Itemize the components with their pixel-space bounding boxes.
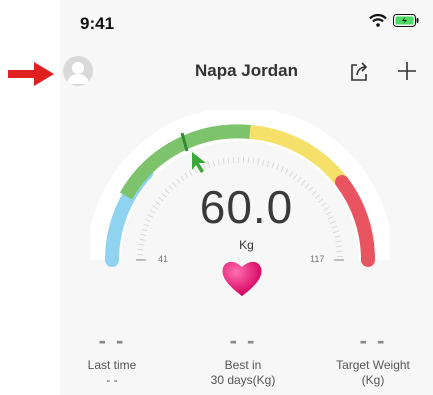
share-icon[interactable] [347, 60, 371, 84]
wifi-icon [369, 14, 387, 27]
stat-label: Last time [87, 358, 137, 372]
page-title: Napa Jordan [195, 61, 298, 80]
gauge-max-label: 117 [310, 254, 325, 264]
weight-unit: Kg [239, 238, 254, 252]
heart-icon[interactable] [220, 258, 264, 298]
status-time: 9:41 [80, 14, 115, 33]
battery-icon [393, 14, 419, 27]
stat-last-time: - - Last time - - [57, 330, 167, 388]
stat-sublabel: 30 days(Kg) [210, 373, 276, 387]
stat-value: - - [98, 328, 126, 353]
phone-screen: 9:41 Napa Jordan 41 117 60.0 Kg - - Last… [60, 0, 433, 395]
status-icons [369, 14, 419, 27]
stat-label: Target Weight [336, 358, 410, 372]
stat-label: Best in [224, 358, 262, 372]
stat-best-30-days: - - Best in 30 days(Kg) [188, 330, 298, 388]
cursor-icon [192, 152, 206, 173]
stat-sublabel: - - [106, 373, 118, 387]
stat-sublabel: (Kg) [361, 373, 385, 387]
add-icon[interactable] [395, 59, 419, 83]
gauge-min-label: 41 [158, 254, 169, 264]
weight-value: 60.0 [199, 181, 294, 233]
stat-target-weight: - - Target Weight (Kg) [318, 330, 428, 388]
stat-value: - - [229, 328, 257, 353]
red-arrow-icon [8, 62, 54, 86]
stat-value: - - [359, 328, 387, 353]
